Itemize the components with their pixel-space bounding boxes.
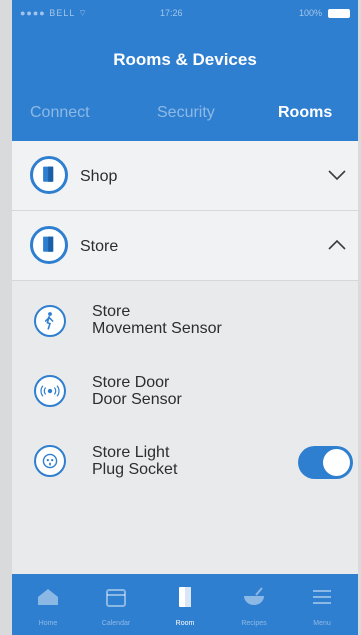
nav-menu[interactable]: Menu — [290, 574, 354, 635]
room-row-store[interactable]: Store — [12, 211, 358, 281]
nav-home[interactable]: Home — [16, 574, 80, 635]
door-icon — [30, 226, 68, 264]
door-sensor-icon — [34, 375, 66, 407]
nav-label: Room — [175, 620, 195, 627]
person-walking-icon — [34, 305, 66, 337]
nav-recipes[interactable]: Recipes — [222, 574, 286, 635]
device-movement-sensor[interactable]: Store Movement Sensor — [92, 303, 222, 337]
device-name: Store — [92, 303, 131, 320]
device-type: Door Sensor — [92, 391, 182, 408]
carrier-signal: ●●●● BELL ⌔ — [20, 8, 88, 18]
device-door-sensor[interactable]: Store Door Door Sensor — [92, 374, 182, 408]
device-name: Store Light — [92, 444, 170, 461]
status-bar: ●●●● BELL ⌔ 17:26 100% — [12, 6, 358, 22]
bowl-icon — [244, 587, 264, 605]
header: ●●●● BELL ⌔ 17:26 100% Rooms & Devices C… — [12, 0, 358, 141]
nav-label: Calendar — [101, 620, 131, 627]
page-title: Rooms & Devices — [113, 50, 257, 69]
menu-icon — [313, 590, 331, 604]
toggle-knob — [323, 449, 350, 476]
nav-label: Recipes — [241, 620, 267, 627]
door-icon — [30, 156, 68, 194]
battery-percent: 100% — [298, 8, 322, 18]
device-type: Movement Sensor — [92, 320, 222, 337]
device-name: Store Door — [92, 374, 170, 391]
tab-rooms[interactable]: Rooms — [278, 104, 332, 122]
room-name: Store — [80, 238, 119, 255]
phone-screen: ●●●● BELL ⌔ 17:26 100% Rooms & Devices C… — [12, 0, 358, 635]
chevron-up-icon[interactable] — [326, 234, 348, 256]
room-name: Shop — [80, 168, 118, 185]
nav-calendar[interactable]: Calendar — [84, 574, 148, 635]
calendar-icon — [106, 589, 126, 607]
nav-room[interactable]: Room — [153, 574, 217, 635]
device-type: Plug Socket — [92, 461, 178, 478]
door-icon — [179, 587, 191, 607]
chevron-down-icon[interactable] — [326, 164, 348, 186]
nav-label: Menu — [313, 620, 331, 627]
status-time: 17:26 — [160, 8, 183, 18]
plug-socket-icon — [34, 445, 66, 477]
device-list: Store Movement Sensor Store Door Door Se… — [12, 281, 358, 574]
tab-bar: Connect Security Rooms — [12, 104, 358, 132]
plug-socket-toggle[interactable] — [298, 446, 353, 479]
bottom-nav: Home Calendar Room Recipes Menu — [12, 574, 358, 635]
tab-security[interactable]: Security — [157, 104, 215, 122]
nav-label: Home — [38, 620, 58, 627]
room-row-shop[interactable]: Shop — [12, 141, 358, 211]
home-icon — [38, 589, 58, 605]
device-plug-socket[interactable]: Store Light Plug Socket — [92, 444, 177, 478]
battery-icon — [328, 9, 350, 18]
tab-connect[interactable]: Connect — [30, 104, 90, 122]
